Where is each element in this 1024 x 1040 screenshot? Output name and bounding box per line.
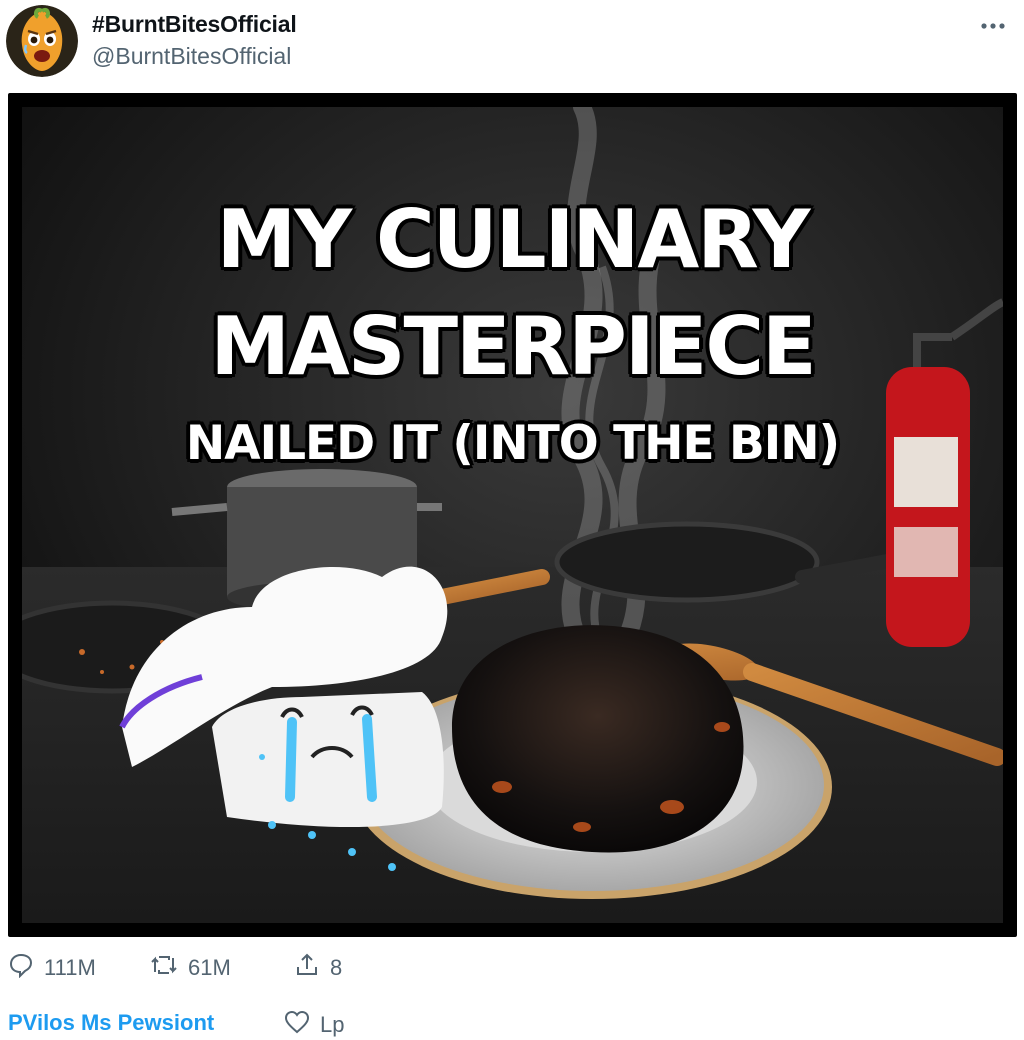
partial-link[interactable]: PVilos Ms Pewsiont <box>8 1010 214 1035</box>
like-count: Lp <box>320 1012 345 1037</box>
avatar[interactable] <box>6 5 78 77</box>
share-icon <box>294 952 330 984</box>
user-handle[interactable]: @BurntBitesOfficial <box>92 43 291 70</box>
repost-button[interactable]: 61M <box>150 948 231 988</box>
meme-caption-line1: MY CULINARY <box>216 193 811 286</box>
post-header: #BurntBitesOfficial @BurntBitesOfficial <box>0 0 1024 92</box>
more-horizontal-icon <box>980 17 1006 35</box>
meme-caption-line2: MASTERPIECE <box>210 300 816 393</box>
like-button[interactable]: Lp <box>284 1010 344 1040</box>
partial-row: PVilos Ms Pewsiont Lp <box>8 1010 1008 1040</box>
repost-count: 61M <box>188 955 231 980</box>
reply-count: 111M <box>44 955 96 980</box>
display-name[interactable]: #BurntBitesOfficial <box>92 11 297 38</box>
share-count: 8 <box>330 955 343 980</box>
more-options-button[interactable] <box>976 14 1010 38</box>
share-button[interactable]: 8 <box>294 948 342 988</box>
heart-icon <box>284 1010 320 1040</box>
reply-icon <box>8 952 44 984</box>
post-actions: 111M 61M 8 <box>0 948 1024 988</box>
meme-caption-line3: NAILED IT (INTO THE BIN) <box>185 416 840 471</box>
repost-icon <box>150 952 188 984</box>
post-media[interactable]: MY CULINARY MASTERPIECE NAILED IT (INTO … <box>8 93 1017 937</box>
reply-button[interactable]: 111M <box>8 948 96 988</box>
